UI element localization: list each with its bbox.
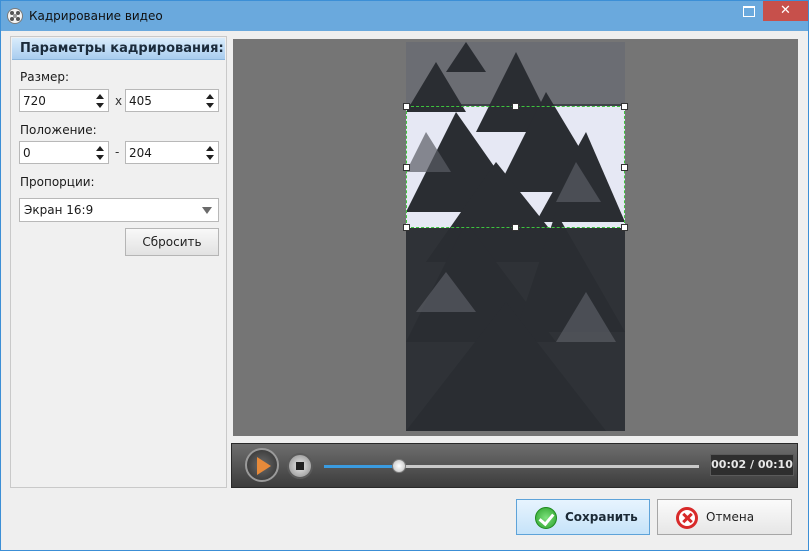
up-arrow-icon[interactable] bbox=[96, 146, 104, 151]
player-controls: 00:02 / 00:10 bbox=[231, 443, 798, 488]
crop-handle-bottom[interactable] bbox=[512, 224, 519, 231]
save-button[interactable]: Сохранить bbox=[516, 499, 650, 535]
height-stepper[interactable] bbox=[206, 93, 215, 109]
restore-window-icon[interactable] bbox=[735, 1, 761, 21]
width-value: 720 bbox=[23, 94, 46, 108]
window-title: Кадрирование видео bbox=[29, 9, 163, 23]
position-y-value: 204 bbox=[129, 146, 152, 160]
dialog-body: Параметры кадрирования: Размер: 720 x 40… bbox=[2, 31, 808, 550]
crop-selection-box[interactable] bbox=[403, 103, 628, 231]
position-label: Положение: bbox=[20, 123, 97, 137]
position-separator: - bbox=[115, 145, 120, 159]
up-arrow-icon[interactable] bbox=[96, 94, 104, 99]
size-label: Размер: bbox=[20, 70, 70, 84]
position-x-input[interactable]: 0 bbox=[19, 141, 109, 164]
aspect-ratio-label: Пропорции: bbox=[20, 175, 95, 189]
aspect-ratio-select[interactable]: Экран 16:9 bbox=[19, 198, 219, 222]
height-input[interactable]: 405 bbox=[125, 89, 219, 112]
save-label: Сохранить bbox=[565, 510, 638, 524]
width-stepper[interactable] bbox=[96, 93, 105, 109]
seek-progress bbox=[324, 465, 399, 468]
chevron-down-icon[interactable] bbox=[202, 207, 212, 214]
checkmark-icon bbox=[535, 507, 557, 529]
crop-handle-left[interactable] bbox=[403, 164, 410, 171]
crop-video-window: Кадрирование видео ✕ Параметры кадрирова… bbox=[0, 0, 809, 551]
close-icon[interactable]: ✕ bbox=[763, 1, 808, 21]
crop-handle-top-right[interactable] bbox=[621, 103, 628, 110]
crop-handle-top[interactable] bbox=[512, 103, 519, 110]
tree-video-image bbox=[406, 42, 625, 431]
up-arrow-icon[interactable] bbox=[206, 146, 214, 151]
reset-button[interactable]: Сбросить bbox=[125, 228, 219, 256]
aspect-ratio-value: Экран 16:9 bbox=[24, 203, 94, 217]
seek-slider[interactable] bbox=[324, 459, 699, 473]
title-bar[interactable]: Кадрирование видео ✕ bbox=[1, 1, 808, 31]
height-value: 405 bbox=[129, 94, 152, 108]
down-arrow-icon[interactable] bbox=[96, 103, 104, 108]
video-frame bbox=[406, 42, 625, 431]
crop-handle-right[interactable] bbox=[621, 164, 628, 171]
down-arrow-icon[interactable] bbox=[206, 103, 214, 108]
size-separator: x bbox=[115, 94, 123, 108]
position-x-stepper[interactable] bbox=[96, 145, 105, 161]
position-y-stepper[interactable] bbox=[206, 145, 215, 161]
down-arrow-icon[interactable] bbox=[206, 155, 214, 160]
cancel-x-icon bbox=[676, 507, 698, 529]
position-y-input[interactable]: 204 bbox=[125, 141, 219, 164]
cancel-label: Отмена bbox=[706, 510, 755, 524]
film-reel-icon bbox=[7, 8, 23, 24]
width-input[interactable]: 720 bbox=[19, 89, 109, 112]
crop-handle-bottom-left[interactable] bbox=[403, 224, 410, 231]
video-preview[interactable] bbox=[233, 39, 798, 436]
position-x-value: 0 bbox=[23, 146, 31, 160]
crop-handle-top-left[interactable] bbox=[403, 103, 410, 110]
seek-thumb[interactable] bbox=[392, 459, 406, 473]
cancel-button[interactable]: Отмена bbox=[657, 499, 792, 535]
crop-handle-bottom-right[interactable] bbox=[621, 224, 628, 231]
panel-header: Параметры кадрирования: bbox=[12, 38, 225, 60]
up-arrow-icon[interactable] bbox=[206, 94, 214, 99]
play-icon[interactable] bbox=[245, 448, 279, 482]
crop-settings-panel: Параметры кадрирования: Размер: 720 x 40… bbox=[10, 36, 227, 488]
time-display: 00:02 / 00:10 bbox=[710, 454, 794, 476]
down-arrow-icon[interactable] bbox=[96, 155, 104, 160]
stop-icon[interactable] bbox=[287, 453, 313, 479]
